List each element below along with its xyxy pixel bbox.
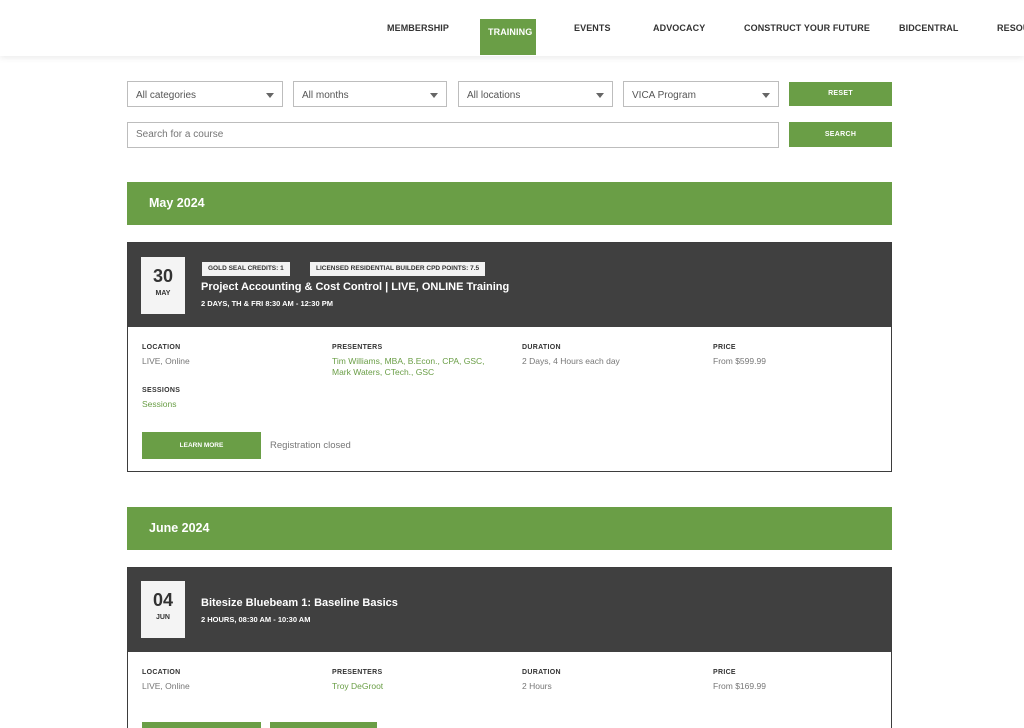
search-input[interactable] [127,122,779,148]
search-button[interactable]: SEARCH [789,122,892,147]
duration-value: 2 Hours [522,681,552,691]
learn-more-button[interactable]: LEARN MORE [142,432,261,459]
course-month: JUN [155,614,170,621]
presenter-link[interactable]: Tim Williams, MBA, B.Econ., CPA, GSC, [332,356,485,367]
reset-button[interactable]: RESET [789,82,892,106]
month-heading: May 2024 [127,182,892,225]
sessions-label: SESSIONS [142,387,181,394]
presenter-link[interactable]: Mark Waters, CTech., GSC [332,367,434,378]
location-select[interactable]: All locations [458,81,613,107]
learn-more-button[interactable] [142,722,261,728]
course-card-header: 04 JUN Bitesize Bluebeam 1: Baseline Bas… [128,568,891,652]
presenters-label: PRESENTERS [332,669,383,676]
location-select-value: All locations [467,90,521,101]
chevron-down-icon [762,93,770,98]
course-month: MAY [155,290,171,297]
course-title[interactable]: Bitesize Bluebeam 1: Baseline Basics [201,597,398,609]
chevron-down-icon [596,93,604,98]
nav-training[interactable]: TRAINING [480,19,536,55]
price-value: From $169.99 [713,681,766,691]
course-day: 30 [152,266,174,286]
duration-label: DURATION [522,669,561,676]
course-title[interactable]: Project Accounting & Cost Control | LIVE… [201,281,509,293]
date-box: 30 MAY [141,257,185,314]
nav-advocacy[interactable]: ADVOCACY [653,0,705,56]
chevron-down-icon [430,93,438,98]
course-day: 04 [152,590,174,610]
program-select[interactable]: VICA Program [623,81,779,107]
gold-seal-badge: GOLD SEAL CREDITS: 1 [202,262,290,276]
nav-events[interactable]: EVENTS [574,0,611,56]
price-label: PRICE [713,344,736,351]
location-label: LOCATION [142,669,181,676]
duration-value: 2 Days, 4 Hours each day [522,356,620,366]
location-label: LOCATION [142,344,181,351]
course-card: 30 MAY GOLD SEAL CREDITS: 1 LICENSED RES… [127,242,892,472]
nav-resources[interactable]: RESOU [997,0,1024,56]
location-value: LIVE, Online [142,681,190,691]
chevron-down-icon [266,93,274,98]
nav-construct-your-future[interactable]: CONSTRUCT YOUR FUTURE [744,0,870,56]
course-schedule: 2 HOURS, 08:30 AM - 10:30 AM [201,615,311,624]
course-card: 04 JUN Bitesize Bluebeam 1: Baseline Bas… [127,567,892,728]
price-label: PRICE [713,669,736,676]
presenters-label: PRESENTERS [332,344,383,351]
nav-membership[interactable]: MEMBERSHIP [387,0,449,56]
duration-label: DURATION [522,344,561,351]
nav-bidcentral[interactable]: BIDCENTRAL [899,0,959,56]
month-heading: June 2024 [127,507,892,550]
top-navigation: MEMBERSHIP TRAINING EVENTS ADVOCACY CONS… [0,0,1024,56]
cpd-points-badge: LICENSED RESIDENTIAL BUILDER CPD POINTS:… [310,262,486,276]
category-select-value: All categories [136,90,197,101]
location-value: LIVE, Online [142,356,190,366]
course-schedule: 2 DAYS, TH & FRI 8:30 AM - 12:30 PM [201,299,333,308]
register-button[interactable] [270,722,377,728]
presenter-link[interactable]: Troy DeGroot [332,681,383,692]
category-select[interactable]: All categories [127,81,283,107]
month-select-value: All months [302,90,349,101]
registration-status: Registration closed [270,440,351,451]
program-select-value: VICA Program [632,90,696,101]
sessions-link[interactable]: Sessions [142,399,177,410]
course-card-header: 30 MAY GOLD SEAL CREDITS: 1 LICENSED RES… [128,243,891,327]
date-box: 04 JUN [141,581,185,638]
month-select[interactable]: All months [293,81,447,107]
price-value: From $599.99 [713,356,766,366]
